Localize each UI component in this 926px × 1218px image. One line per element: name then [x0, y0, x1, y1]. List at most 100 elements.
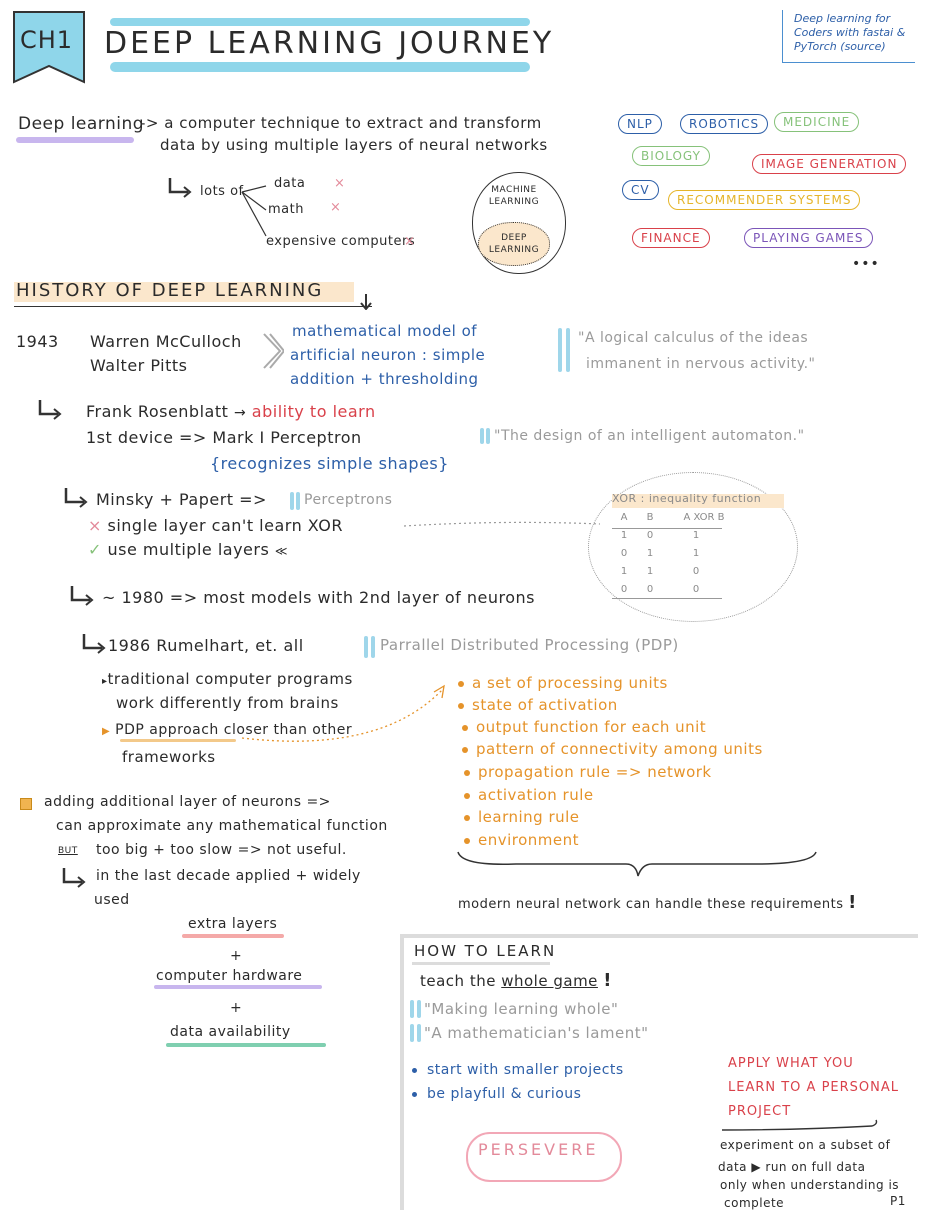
model-line-2: artificial neuron : simple	[290, 346, 486, 364]
xor-cell: 0	[620, 548, 628, 559]
layer-line-5: used	[94, 892, 130, 908]
chevron-right-icon	[263, 333, 284, 369]
apply-line-1: APPLY WHAT YOU	[728, 1056, 854, 1071]
persevere-label: PERSEVERE	[478, 1140, 599, 1159]
but-label: BUT	[58, 846, 78, 856]
tag-medicine: MEDICINE	[774, 112, 860, 132]
rosenblatt: Frank Rosenblatt → ability to learn	[86, 402, 376, 421]
year-1980: ~ 1980 => most models with 2nd layer of …	[102, 588, 535, 607]
quote-mathematicians-lament: "A mathematician's lament"	[424, 1024, 649, 1042]
single-layer-xor: × single layer can't learn XOR	[88, 516, 343, 535]
pdp-item: activation rule	[464, 786, 594, 804]
lots-of-label: lots of	[200, 184, 244, 199]
branch-arrow-icon	[62, 868, 86, 888]
xor-cell: 0	[646, 584, 654, 595]
lot-item-data: data	[274, 176, 306, 191]
xor-cell: 1	[646, 566, 654, 577]
xor-cell: 1	[692, 548, 700, 559]
layer-line-3: too big + too slow => not useful.	[96, 842, 347, 858]
lots-of-branches	[241, 185, 267, 237]
use-multiple-layers: ✓ use multiple layers ≪	[88, 540, 288, 559]
xor-cell: 1	[646, 548, 654, 559]
extra-layers: extra layers	[188, 916, 278, 932]
down-arrow-icon	[360, 294, 372, 310]
tag-cv: CV	[622, 180, 659, 200]
how-to-learn-title: HOW TO LEARN	[414, 942, 557, 960]
data-availability: data availability	[170, 1024, 291, 1040]
quote-mark-icon	[371, 636, 375, 658]
x-mark-icon: ×	[404, 234, 415, 249]
layer-line-2: can approximate any mathematical functio…	[56, 818, 388, 834]
quote-logical-calculus-1: "A logical calculus of the ideas	[578, 330, 809, 346]
deep-learning-label: DEEP LEARNING	[488, 233, 540, 255]
computer-hardware: computer hardware	[156, 968, 303, 984]
branch-arrow-icon	[82, 634, 106, 654]
pdp-item: learning rule	[464, 808, 580, 826]
history-title: HISTORY OF DEEP LEARNING	[16, 280, 324, 301]
pdp-book: Parrallel Distributed Processing (PDP)	[380, 636, 679, 654]
minsky-papert: Minsky + Papert =>	[96, 490, 267, 509]
model-line-3: addition + thresholding	[290, 370, 479, 388]
pdp-item: propagation rule => network	[464, 763, 712, 781]
apply-underline	[721, 1119, 878, 1131]
pdp-item: state of activation	[458, 696, 618, 714]
branch-arrow-icon	[64, 488, 88, 508]
note-bullet-icon	[20, 798, 32, 810]
xor-cell: 1	[692, 530, 700, 541]
page-number: P1	[890, 1194, 906, 1208]
xor-cell: 0	[692, 566, 700, 577]
frameworks: frameworks	[122, 748, 216, 766]
experiment-line-3: only when understanding is	[720, 1178, 900, 1192]
xor-cell: 0	[620, 584, 628, 595]
quote-logical-calculus-2: immanent in nervous activity."	[586, 356, 816, 372]
recognizes-shapes: {recognizes simple shapes}	[210, 454, 449, 473]
tag-recommender-systems: RECOMMENDER SYSTEMS	[668, 190, 861, 210]
xor-connector	[404, 521, 600, 527]
learn-bullet: be playfull & curious	[412, 1086, 581, 1102]
year-1943: 1943	[16, 332, 59, 351]
layer-line-4: in the last decade applied + widely	[96, 868, 361, 884]
experiment-line-2: data ▶ run on full data	[718, 1160, 866, 1174]
how-to-learn-underline	[412, 962, 550, 965]
branch-arrow-icon	[38, 400, 62, 420]
data-availability-underline	[166, 1043, 326, 1047]
apply-line-2: LEARN TO A PERSONAL	[728, 1080, 900, 1095]
quote-mark-icon	[417, 1024, 421, 1042]
teach-whole-game: teach the whole game !	[420, 970, 612, 991]
xor-header-a: A	[620, 512, 628, 523]
more-dots-icon: •••	[852, 256, 880, 272]
pdp-connector-arrow	[241, 684, 445, 742]
xor-header-result: A XOR B	[683, 512, 725, 523]
quote-mark-icon	[558, 328, 562, 372]
xor-divider	[612, 528, 722, 529]
pdp-item: a set of processing units	[458, 674, 668, 692]
tag-finance: FINANCE	[632, 228, 710, 248]
chapter-label: CH1	[20, 26, 74, 54]
plus-sign: +	[230, 1000, 243, 1016]
source-text[interactable]: Deep learning for Coders with fastai & P…	[794, 12, 916, 54]
quote-mark-icon	[417, 1000, 421, 1018]
apply-line-3: PROJECT	[728, 1104, 792, 1119]
term-underline	[16, 137, 134, 143]
page-title: DEEP LEARNING JOURNEY	[104, 26, 555, 61]
lot-item-math: math	[268, 202, 304, 217]
quote-mark-icon	[566, 328, 570, 372]
quote-intelligent-automaton: "The design of an intelligent automaton.…	[494, 428, 805, 444]
learn-bullet: start with smaller projects	[412, 1062, 624, 1078]
pdp-item: output function for each unit	[462, 718, 706, 736]
quote-mark-icon	[296, 492, 300, 510]
quote-mark-icon	[480, 428, 484, 444]
requirements-note: modern neural network can handle these r…	[458, 892, 857, 913]
xor-title: XOR : inequality function	[612, 492, 762, 505]
lot-item-computers: expensive computers	[266, 234, 416, 249]
tag-biology: BIOLOGY	[632, 146, 710, 166]
quote-mark-icon	[486, 428, 490, 444]
branch-arrow-icon	[70, 586, 94, 606]
pitts: Walter Pitts	[90, 356, 188, 375]
quote-mark-icon	[364, 636, 368, 658]
xor-cell: 0	[692, 584, 700, 595]
brace-icon	[457, 851, 817, 877]
mcculloch: Warren McCulloch	[90, 332, 242, 351]
x-mark-icon: ×	[334, 176, 345, 191]
tag-nlp: NLP	[618, 114, 662, 134]
